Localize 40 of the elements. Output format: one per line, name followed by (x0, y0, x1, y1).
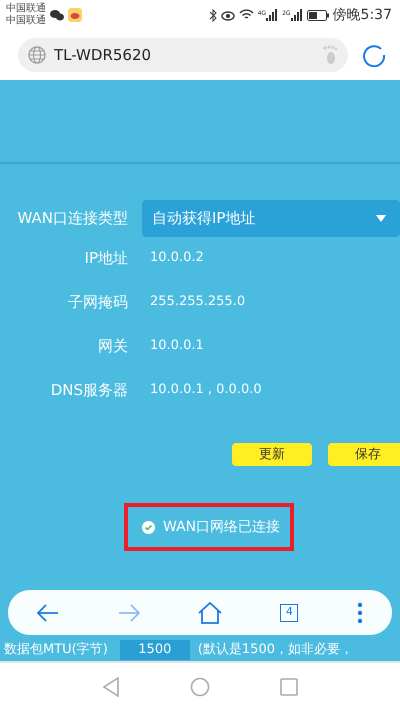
field-value: 10.0.0.1 , 0.0.0.0 (150, 381, 262, 400)
hint-text: (默认是1500，如非必要， (198, 641, 353, 660)
wifi-icon (238, 9, 254, 21)
field-label: WAN口连接类型 (16, 208, 128, 230)
tab-count-button[interactable]: 4 (280, 604, 298, 622)
eye-app-icon (68, 8, 82, 22)
chat-icon (50, 9, 64, 21)
footprint-icon[interactable] (322, 45, 338, 65)
battery-icon (306, 10, 329, 20)
home-circle-icon[interactable] (190, 677, 210, 697)
field-value: 255.255.255.0 (150, 293, 246, 312)
eye-icon (220, 10, 235, 20)
refresh-icon[interactable] (362, 43, 386, 67)
url-text: TL-WDR5620 (54, 44, 152, 66)
field-label: 子网掩码 (67, 292, 128, 313)
field-value: 10.0.0.1 (150, 337, 204, 356)
recent-apps-icon[interactable] (280, 678, 298, 696)
home-icon[interactable] (198, 602, 222, 624)
carrier-name: 中国联通 (6, 3, 46, 14)
field-value: 10.0.0.2 (150, 249, 204, 268)
back-triangle-icon[interactable] (102, 677, 120, 697)
forward-arrow-icon[interactable] (118, 604, 140, 622)
globe-icon (28, 46, 46, 64)
carrier-name: 中国联通 (6, 15, 46, 27)
back-arrow-icon[interactable] (37, 604, 60, 622)
caret-icon (376, 215, 386, 222)
bluetooth-icon (208, 8, 217, 22)
field-label: 网关 (97, 336, 128, 357)
signal-icon (290, 9, 303, 21)
action-button[interactable]: 更新 (232, 443, 312, 466)
field-label: 数据包MTU(字节) (4, 641, 108, 660)
signal-icon (266, 9, 278, 21)
action-button[interactable]: 保存 (328, 443, 400, 466)
clock-time: 傍晚5:37 (332, 6, 392, 24)
dropdown-value: 自动获得IP地址 (152, 208, 256, 230)
more-menu-icon[interactable] (356, 602, 363, 624)
field-label: DNS服务器 (50, 380, 128, 401)
address-bar[interactable]: TL-WDR5620 (18, 38, 348, 72)
field-label: IP地址 (84, 248, 128, 269)
status-text: WAN口网络已连接 (163, 518, 280, 536)
